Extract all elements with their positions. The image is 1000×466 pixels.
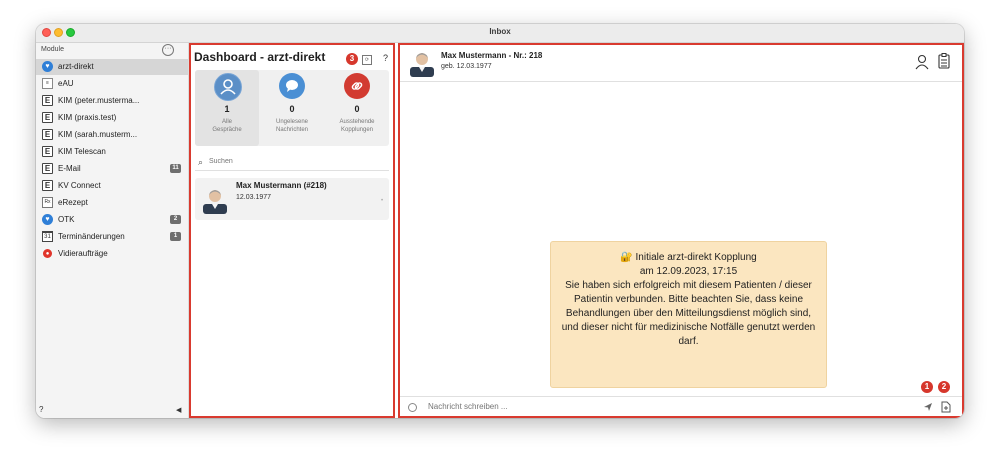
stat-label-line2: Gespräche — [212, 127, 242, 133]
sidebar-item-label: E-Mail — [58, 164, 81, 173]
unread-count-badge: 1 — [170, 232, 181, 241]
sidebar-item-label: KIM (praxis.test) — [58, 113, 117, 122]
person-icon[interactable] — [915, 54, 929, 70]
help-button[interactable]: ? — [39, 405, 43, 414]
sidebar-item-label: arzt-direkt — [58, 62, 94, 71]
prescription-icon: Rx — [42, 197, 53, 208]
dashboard-panel: Dashboard - arzt-direkt 3 ⟳ ? 1 Alle Gesp… — [189, 43, 395, 418]
conversation-name: Max Mustermann (#218) — [236, 181, 327, 190]
e-letter-icon: E — [42, 146, 53, 157]
sidebar-item-eau[interactable]: ≡ eAU — [36, 76, 188, 92]
refresh-icon[interactable]: ⟳ — [362, 55, 372, 65]
annotation-badge-2: 2 — [938, 381, 950, 393]
sidebar-header: Module — [41, 46, 64, 53]
link-icon — [344, 73, 370, 99]
sidebar-item-kim-praxis[interactable]: E KIM (praxis.test) — [36, 110, 188, 126]
sidebar-item-label: Vidieraufträge — [58, 249, 108, 258]
send-icon[interactable] — [923, 402, 933, 412]
sidebar-item-email[interactable]: E E-Mail 11 — [36, 161, 188, 177]
search-input[interactable] — [209, 158, 359, 165]
help-button[interactable]: ? — [383, 53, 388, 63]
search-bar: ⌕ — [195, 157, 389, 171]
chat-bubble-icon — [279, 73, 305, 99]
video-icon: ● — [43, 249, 52, 258]
search-icon: ⌕ — [198, 157, 204, 167]
unread-count-badge: 11 — [170, 164, 181, 173]
add-attachment-icon[interactable] — [941, 401, 951, 413]
sidebar-item-kim-telescan[interactable]: E KIM Telescan — [36, 144, 188, 160]
collapse-sidebar-button[interactable]: ◀ — [176, 406, 181, 414]
sidebar-item-vidierauftraege[interactable]: ● Vidieraufträge — [36, 246, 188, 262]
sidebar-item-terminaenderungen[interactable]: 31 Terminänderungen 1 — [36, 229, 188, 245]
emoji-icon[interactable] — [408, 403, 417, 412]
sidebar-item-label: OTK — [58, 215, 75, 224]
heart-shield-icon: ♥ — [42, 214, 53, 225]
stat-count: 1 — [224, 104, 230, 114]
conversation-indicator: • — [381, 198, 384, 204]
sidebar-item-kim-sarah[interactable]: E KIM (sarah.musterm... — [36, 127, 188, 143]
sidebar-item-otk[interactable]: ♥ OTK 2 — [36, 212, 188, 228]
window-title: Inbox — [489, 27, 511, 36]
sidebar-item-label: eAU — [58, 79, 74, 88]
e-letter-icon: E — [42, 163, 53, 174]
sidebar-item-label: Terminänderungen — [58, 232, 125, 241]
stat-label-line2: Nachrichten — [275, 127, 308, 133]
sidebar-item-label: KIM Telescan — [58, 147, 106, 156]
stat-label: Alle Gespräche — [195, 118, 259, 134]
message-input[interactable] — [428, 402, 888, 411]
dashboard-title: Dashboard - arzt-direkt — [194, 50, 326, 64]
sidebar-item-label: KIM (sarah.musterm... — [58, 130, 138, 139]
system-message-title-line: 🔐 Initiale arzt-direkt Kopplung — [561, 251, 816, 265]
stat-count: 0 — [289, 104, 295, 114]
e-letter-icon: E — [42, 95, 53, 106]
e-letter-icon: E — [42, 112, 53, 123]
calendar-icon: 31 — [42, 231, 53, 242]
chat-panel: Max Mustermann - Nr.: 218 geb. 12.03.197… — [398, 43, 964, 418]
stat-label-line1: Alle — [221, 119, 232, 125]
system-message-body: Sie haben sich erfolgreich mit diesem Pa… — [561, 280, 816, 347]
module-sidebar: Module ··· ♥ arzt-direkt ≡ eAU E KIM (pe… — [36, 43, 189, 418]
heart-shield-icon: ♥ — [42, 61, 53, 72]
document-icon: ≡ — [42, 78, 53, 89]
sidebar-item-arzt-direkt[interactable]: ♥ arzt-direkt — [36, 59, 188, 75]
inbox-window: Inbox Module ··· ♥ arzt-direkt ≡ eAU E K… — [36, 24, 964, 418]
stat-label-line1: Ungelesene — [275, 119, 309, 125]
system-message-title: Initiale arzt-direkt Kopplung — [635, 252, 757, 263]
stat-pending-couplings[interactable]: 0 Ausstehende Kopplungen — [325, 70, 389, 146]
sidebar-item-kim-peter[interactable]: E KIM (peter.musterma... — [36, 93, 188, 109]
stat-all-conversations[interactable]: 1 Alle Gespräche — [195, 70, 259, 146]
annotation-badge-1: 1 — [921, 381, 933, 393]
annotation-badge-3: 3 — [346, 53, 358, 65]
stat-unread-messages[interactable]: 0 Ungelesene Nachrichten — [260, 70, 324, 146]
person-icon — [214, 73, 242, 101]
system-message-coupling: 🔐 Initiale arzt-direkt Kopplung am 12.09… — [550, 241, 827, 388]
e-letter-icon: E — [42, 129, 53, 140]
patient-avatar — [410, 53, 434, 77]
patient-dob: geb. 12.03.1977 — [441, 63, 492, 70]
conversation-list-item[interactable]: Max Mustermann (#218) 12.03.1977 • — [195, 178, 389, 220]
stat-label-line2: Kopplungen — [340, 127, 374, 133]
unread-count-badge: 2 — [170, 215, 181, 224]
sidebar-item-label: KIM (peter.musterma... — [58, 96, 140, 105]
chat-header: Max Mustermann - Nr.: 218 geb. 12.03.197… — [400, 45, 962, 82]
sidebar-item-label: KV Connect — [58, 181, 101, 190]
e-letter-icon: E — [42, 180, 53, 191]
ellipsis-circle-icon[interactable]: ··· — [162, 44, 174, 56]
stat-label: Ausstehende Kopplungen — [325, 118, 389, 134]
clipboard-icon[interactable] — [938, 53, 950, 69]
sidebar-item-kv-connect[interactable]: E KV Connect — [36, 178, 188, 194]
patient-name: Max Mustermann - Nr.: 218 — [441, 51, 543, 60]
conversation-date: 12.03.1977 — [236, 194, 272, 201]
sidebar-item-label: eRezept — [58, 198, 88, 207]
stat-label: Ungelesene Nachrichten — [260, 118, 324, 134]
title-bar: Inbox — [36, 24, 964, 43]
sidebar-item-erezept[interactable]: Rx eRezept — [36, 195, 188, 211]
message-input-bar — [400, 396, 962, 418]
lock-key-icon: 🔐 — [620, 252, 633, 263]
patient-avatar — [203, 190, 227, 214]
system-message-datetime: am 12.09.2023, 17:15 — [639, 266, 738, 277]
stats-bar: 1 Alle Gespräche 0 Ungelesene Nachrichten … — [195, 70, 389, 146]
stat-label-line1: Ausstehende — [339, 119, 375, 125]
stat-count: 0 — [354, 104, 360, 114]
